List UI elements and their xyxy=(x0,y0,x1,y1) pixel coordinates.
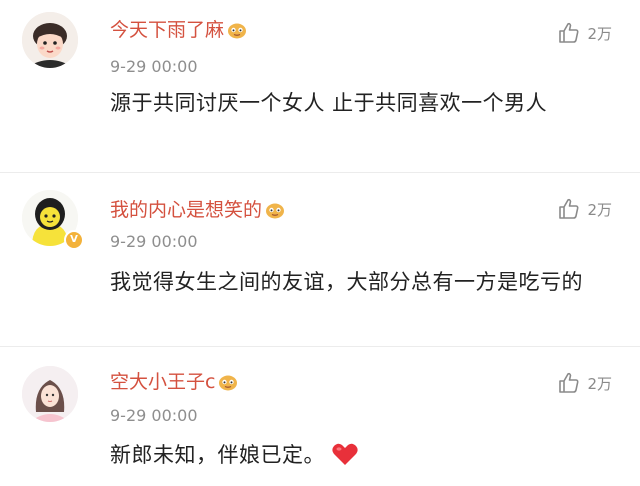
like-count: 2万 xyxy=(587,200,612,219)
girl-face-avatar-icon xyxy=(22,12,78,68)
comment-time: 9-29 00:00 xyxy=(110,57,198,76)
emoji-badge-icon xyxy=(219,375,238,390)
username[interactable]: 今天下雨了麻 xyxy=(110,18,248,42)
username-text[interactable]: 今天下雨了麻 xyxy=(110,19,224,41)
username[interactable]: 我的内心是想笑的 xyxy=(110,198,286,222)
username-text[interactable]: 空大小王子c xyxy=(110,371,215,393)
emoji-badge-icon xyxy=(266,203,285,218)
comment-text: 新郎未知，伴娘已定。 xyxy=(110,436,615,474)
comment-item: V 我的内心是想笑的 9-29 00:00 我觉得女生之间的友谊，大部分总有一方… xyxy=(0,176,640,348)
like-count: 2万 xyxy=(587,374,612,393)
username[interactable]: 空大小王子c xyxy=(110,370,239,394)
divider xyxy=(0,172,640,173)
username-text[interactable]: 我的内心是想笑的 xyxy=(110,199,262,221)
comment-time: 9-29 00:00 xyxy=(110,232,198,251)
thumbs-up-icon xyxy=(559,198,579,219)
like-button[interactable]: 2万 xyxy=(557,196,612,222)
girl-photo-avatar-icon xyxy=(22,366,78,422)
comment-text: 我觉得女生之间的友谊，大部分总有一方是吃亏的 xyxy=(110,270,583,294)
avatar[interactable] xyxy=(22,366,78,422)
like-button[interactable]: 2万 xyxy=(557,370,612,396)
like-count: 2万 xyxy=(587,24,612,43)
red-heart-icon xyxy=(332,443,358,465)
comment-item: 今天下雨了麻 9-29 00:00 源于共同讨厌一个女人 止于共同喜欢一个男人 … xyxy=(0,0,640,176)
like-button[interactable]: 2万 xyxy=(557,20,612,46)
thumbs-up-icon xyxy=(559,22,579,43)
comment-text: 源于共同讨厌一个女人 止于共同喜欢一个男人 xyxy=(110,91,548,115)
divider xyxy=(0,346,640,347)
comment-item: 空大小王子c 9-29 00:00 新郎未知，伴娘已定。 2万 xyxy=(0,348,640,486)
thumbs-up-icon xyxy=(559,372,579,393)
verified-badge-icon: V xyxy=(64,230,84,250)
comment-text-content: 新郎未知，伴娘已定。 xyxy=(110,443,325,467)
comment-time: 9-29 00:00 xyxy=(110,406,198,425)
avatar[interactable] xyxy=(22,12,78,68)
emoji-badge-icon xyxy=(228,23,247,38)
